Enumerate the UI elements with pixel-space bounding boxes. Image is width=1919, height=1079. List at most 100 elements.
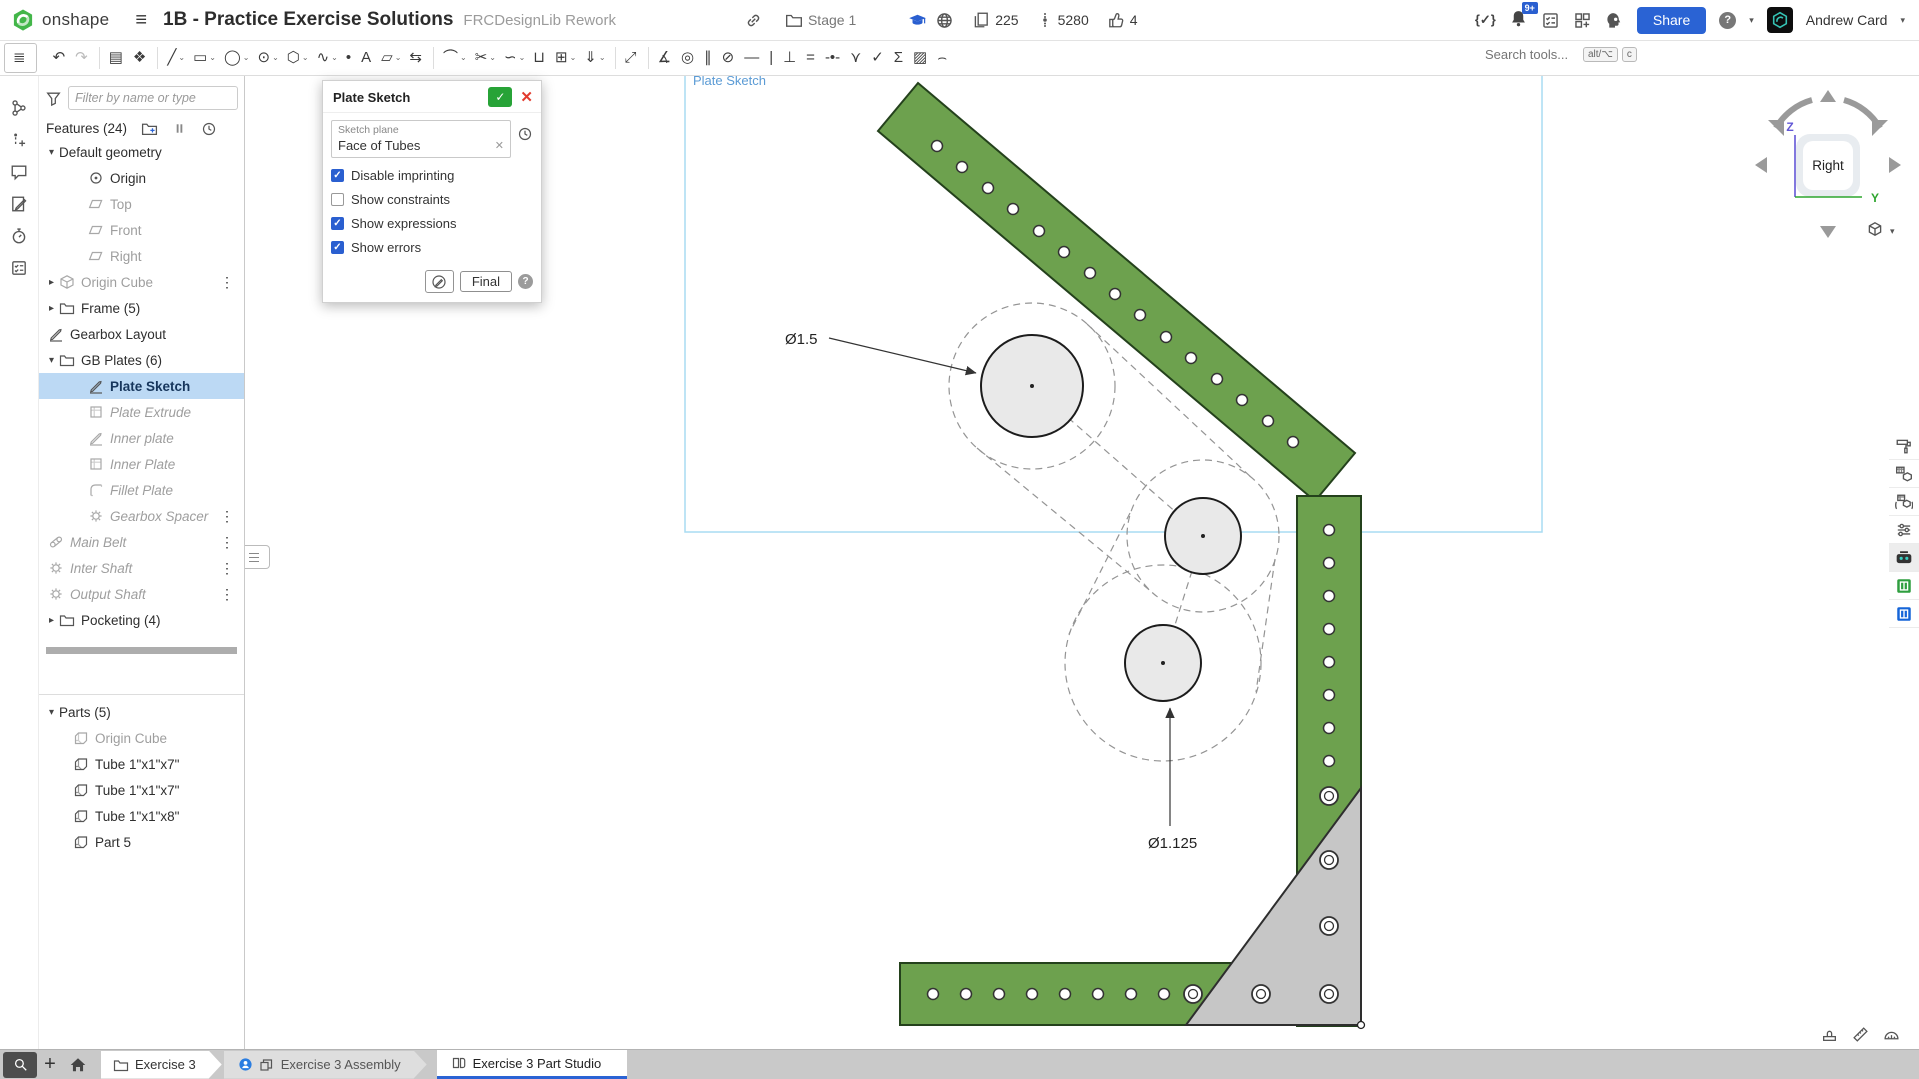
dialog-accept-button[interactable]: ✓ [488, 87, 512, 107]
feature-item[interactable]: Plate Sketch [39, 373, 244, 399]
parts-caret-icon[interactable]: ▾ [44, 707, 59, 718]
feature-item[interactable]: Gearbox Layout [39, 321, 244, 347]
learning-center-icon[interactable] [1889, 572, 1919, 600]
gusset-plate[interactable] [1184, 787, 1365, 1029]
copies-icon[interactable] [972, 11, 990, 29]
midpoint-constraint[interactable]: -•- [821, 44, 846, 72]
versions-rail-icon[interactable] [0, 92, 38, 124]
filter-input[interactable] [68, 86, 238, 110]
redo-button[interactable]: ↷ [71, 44, 94, 72]
new-tab-button[interactable]: + [37, 1052, 63, 1078]
protractor-icon[interactable] [1882, 1026, 1901, 1043]
home-tab-icon[interactable] [63, 1052, 93, 1078]
part-item[interactable]: Tube 1"x1"x8" [39, 803, 244, 829]
rectangle-tool[interactable]: ▭⌄ [189, 44, 220, 72]
dialog-checkbox[interactable]: Show expressions [331, 216, 533, 231]
document-title[interactable]: 1B - Practice Exercise Solutions [163, 9, 453, 31]
final-sketch-icon[interactable] [425, 270, 454, 293]
new-folder-icon[interactable] [141, 120, 158, 137]
line-tool[interactable]: ╱⌄ [163, 44, 189, 72]
dialog-help-icon[interactable]: ? [518, 274, 533, 289]
history-clock-icon[interactable] [201, 121, 217, 137]
perpendicular-constraint[interactable]: ⊥ [779, 44, 802, 72]
tangent-constraint[interactable]: ⊘ [718, 44, 741, 72]
public-globe-icon[interactable] [935, 11, 954, 30]
versions-icon[interactable] [1037, 11, 1053, 29]
feature-item[interactable]: Top [39, 191, 244, 217]
mirror-tool[interactable]: ⇆ [405, 44, 428, 72]
checkbox-box[interactable] [331, 241, 344, 254]
rollback-bar[interactable] [46, 647, 237, 654]
vertical-constraint[interactable]: | [765, 44, 779, 72]
part-item[interactable]: Part 5 [39, 829, 244, 855]
copy-link-icon[interactable] [744, 11, 763, 30]
toolbar-tool[interactable] [157, 47, 158, 69]
expand-caret-icon[interactable]: ▸ [44, 615, 59, 626]
document-subtitle[interactable]: FRCDesignLib Rework [463, 12, 616, 29]
apps-grid-icon[interactable] [1573, 11, 1592, 30]
paste-tool[interactable]: ▤ [105, 44, 129, 72]
tool-search[interactable]: alt/⌥ c [1483, 46, 1637, 63]
sketch-features-button[interactable]: ≣ [4, 43, 37, 73]
horizontal-constraint[interactable]: — [740, 44, 765, 72]
ai-assistant-icon[interactable] [1605, 11, 1624, 30]
item-menu-dots-icon[interactable]: ⋮ [220, 509, 244, 523]
dialog-checkbox[interactable]: Show errors [331, 240, 533, 255]
folder-breadcrumb[interactable]: Stage 1 [808, 12, 856, 28]
feature-item[interactable]: Main Belt ⋮ [39, 529, 244, 555]
part-item[interactable]: Tube 1"x1"x7" [39, 777, 244, 803]
fillet-tool[interactable]: ⌒⌄ [439, 44, 471, 72]
dialog-checkbox[interactable]: Disable imprinting [331, 168, 533, 183]
feature-item[interactable]: ▸ Frame (5) [39, 295, 244, 321]
notes-rail-icon[interactable] [0, 188, 38, 220]
toolbar-tool[interactable] [433, 47, 434, 69]
final-button[interactable]: Final [460, 271, 512, 292]
expand-caret-icon[interactable]: ▾ [44, 147, 59, 158]
feature-item[interactable]: ▾ GB Plates (6) [39, 347, 244, 373]
fix-constraint[interactable]: ▨ [909, 44, 933, 72]
diagonal-tube[interactable] [878, 83, 1355, 501]
config-table-icon[interactable] [1889, 460, 1919, 488]
item-menu-dots-icon[interactable]: ⋮ [220, 587, 244, 601]
feature-item[interactable]: Fillet Plate [39, 477, 244, 503]
feature-item[interactable]: ▸ Pocketing (4) [39, 607, 244, 633]
extend-tool[interactable]: ⊔ [529, 44, 551, 72]
style-tool[interactable]: ❖ [129, 44, 152, 72]
part-item[interactable]: Tube 1"x1"x7" [39, 751, 244, 777]
isometric-view-icon[interactable]: ▾ [1869, 223, 1895, 236]
tab-exercise-3[interactable]: Exercise 3 [101, 1051, 222, 1079]
comments-rail-icon[interactable] [0, 156, 38, 188]
bom-rail-icon[interactable] [0, 252, 38, 284]
avatar[interactable] [1767, 7, 1793, 33]
construction-tool[interactable]: ▱⌄ [377, 44, 405, 72]
dialog-title-row[interactable]: Plate Sketch ✓ ✕ [323, 81, 541, 113]
offset-tool[interactable]: ∽⌄ [500, 44, 529, 72]
feature-item[interactable]: Inner plate [39, 425, 244, 451]
likes-icon[interactable] [1107, 11, 1125, 29]
symmetric-constraint[interactable]: Σ [890, 44, 909, 72]
feature-item[interactable]: Front [39, 217, 244, 243]
toolbar-tool[interactable] [99, 47, 100, 69]
tab-search-icon[interactable] [3, 1052, 37, 1078]
feature-item[interactable]: Origin [39, 165, 244, 191]
dialog-checkbox[interactable]: Show constraints [331, 192, 533, 207]
tasks-icon[interactable] [1541, 11, 1560, 30]
help-icon[interactable]: ? [1719, 12, 1736, 29]
curvature-constraint[interactable]: ⌢ [933, 44, 953, 72]
variables-rail-icon[interactable] [0, 124, 38, 156]
trim-tool[interactable]: ✂⌄ [471, 44, 500, 72]
parts-header[interactable]: ▾ Parts (5) [39, 699, 244, 725]
history-rail-icon[interactable] [0, 220, 38, 252]
user-name[interactable]: Andrew Card [1806, 12, 1888, 28]
help-caret-icon[interactable]: ▾ [1749, 15, 1754, 26]
pattern-tool[interactable]: ⊞⌄ [551, 44, 580, 72]
pierce-constraint[interactable]: ⋎ [846, 44, 867, 72]
notifications-bell-icon[interactable]: 9+ [1509, 9, 1528, 31]
view-cube-face-label[interactable]: Right [1812, 158, 1844, 173]
panel-resize-handle[interactable] [245, 545, 270, 569]
item-menu-dots-icon[interactable]: ⋮ [220, 561, 244, 575]
feature-item[interactable]: Output Shaft ⋮ [39, 581, 244, 607]
documentation-icon[interactable] [1889, 600, 1919, 628]
feature-item[interactable]: Right [39, 243, 244, 269]
view-cube[interactable]: Right Z Y ▾ [1750, 80, 1919, 250]
